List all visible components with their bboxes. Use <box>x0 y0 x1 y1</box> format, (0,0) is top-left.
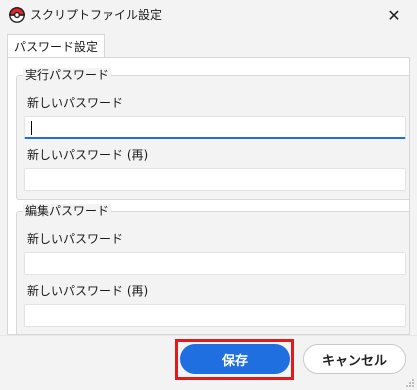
run-new-password-label: 新しいパスワード <box>27 96 124 110</box>
edit-password-group: 編集パスワード 新しいパスワード 新しいパスワード (再) <box>16 204 409 334</box>
cancel-button[interactable]: キャンセル <box>303 344 406 374</box>
resize-grip-icon[interactable] <box>405 378 415 388</box>
run-password-legend: 実行パスワード <box>23 68 112 82</box>
run-confirm-password-label: 新しいパスワード (再) <box>27 148 149 162</box>
close-button[interactable]: ✕ <box>371 0 417 30</box>
pokeball-icon <box>9 7 25 23</box>
save-button[interactable]: 保存 <box>180 344 290 374</box>
edit-confirm-password-input[interactable] <box>24 304 406 327</box>
text-caret <box>31 121 32 135</box>
title-bar: スクリプトファイル設定 ✕ <box>0 0 417 30</box>
run-new-password-input[interactable] <box>24 116 406 139</box>
run-password-group: 実行パスワード 新しいパスワード 新しいパスワード (再) <box>16 68 409 200</box>
run-confirm-password-input[interactable] <box>24 168 406 191</box>
window-title: スクリプトファイル設定 <box>30 8 163 22</box>
edit-new-password-label: 新しいパスワード <box>27 232 124 246</box>
edit-confirm-password-label: 新しいパスワード (再) <box>27 284 149 298</box>
tab-panel: 実行パスワード 新しいパスワード 新しいパスワード (再) 編集パスワード 新し… <box>7 57 410 335</box>
close-icon: ✕ <box>387 5 401 25</box>
tab-password-settings[interactable]: パスワード設定 <box>7 34 105 58</box>
edit-new-password-input[interactable] <box>24 252 406 275</box>
footer-divider <box>0 335 417 336</box>
edit-password-legend: 編集パスワード <box>23 204 112 218</box>
